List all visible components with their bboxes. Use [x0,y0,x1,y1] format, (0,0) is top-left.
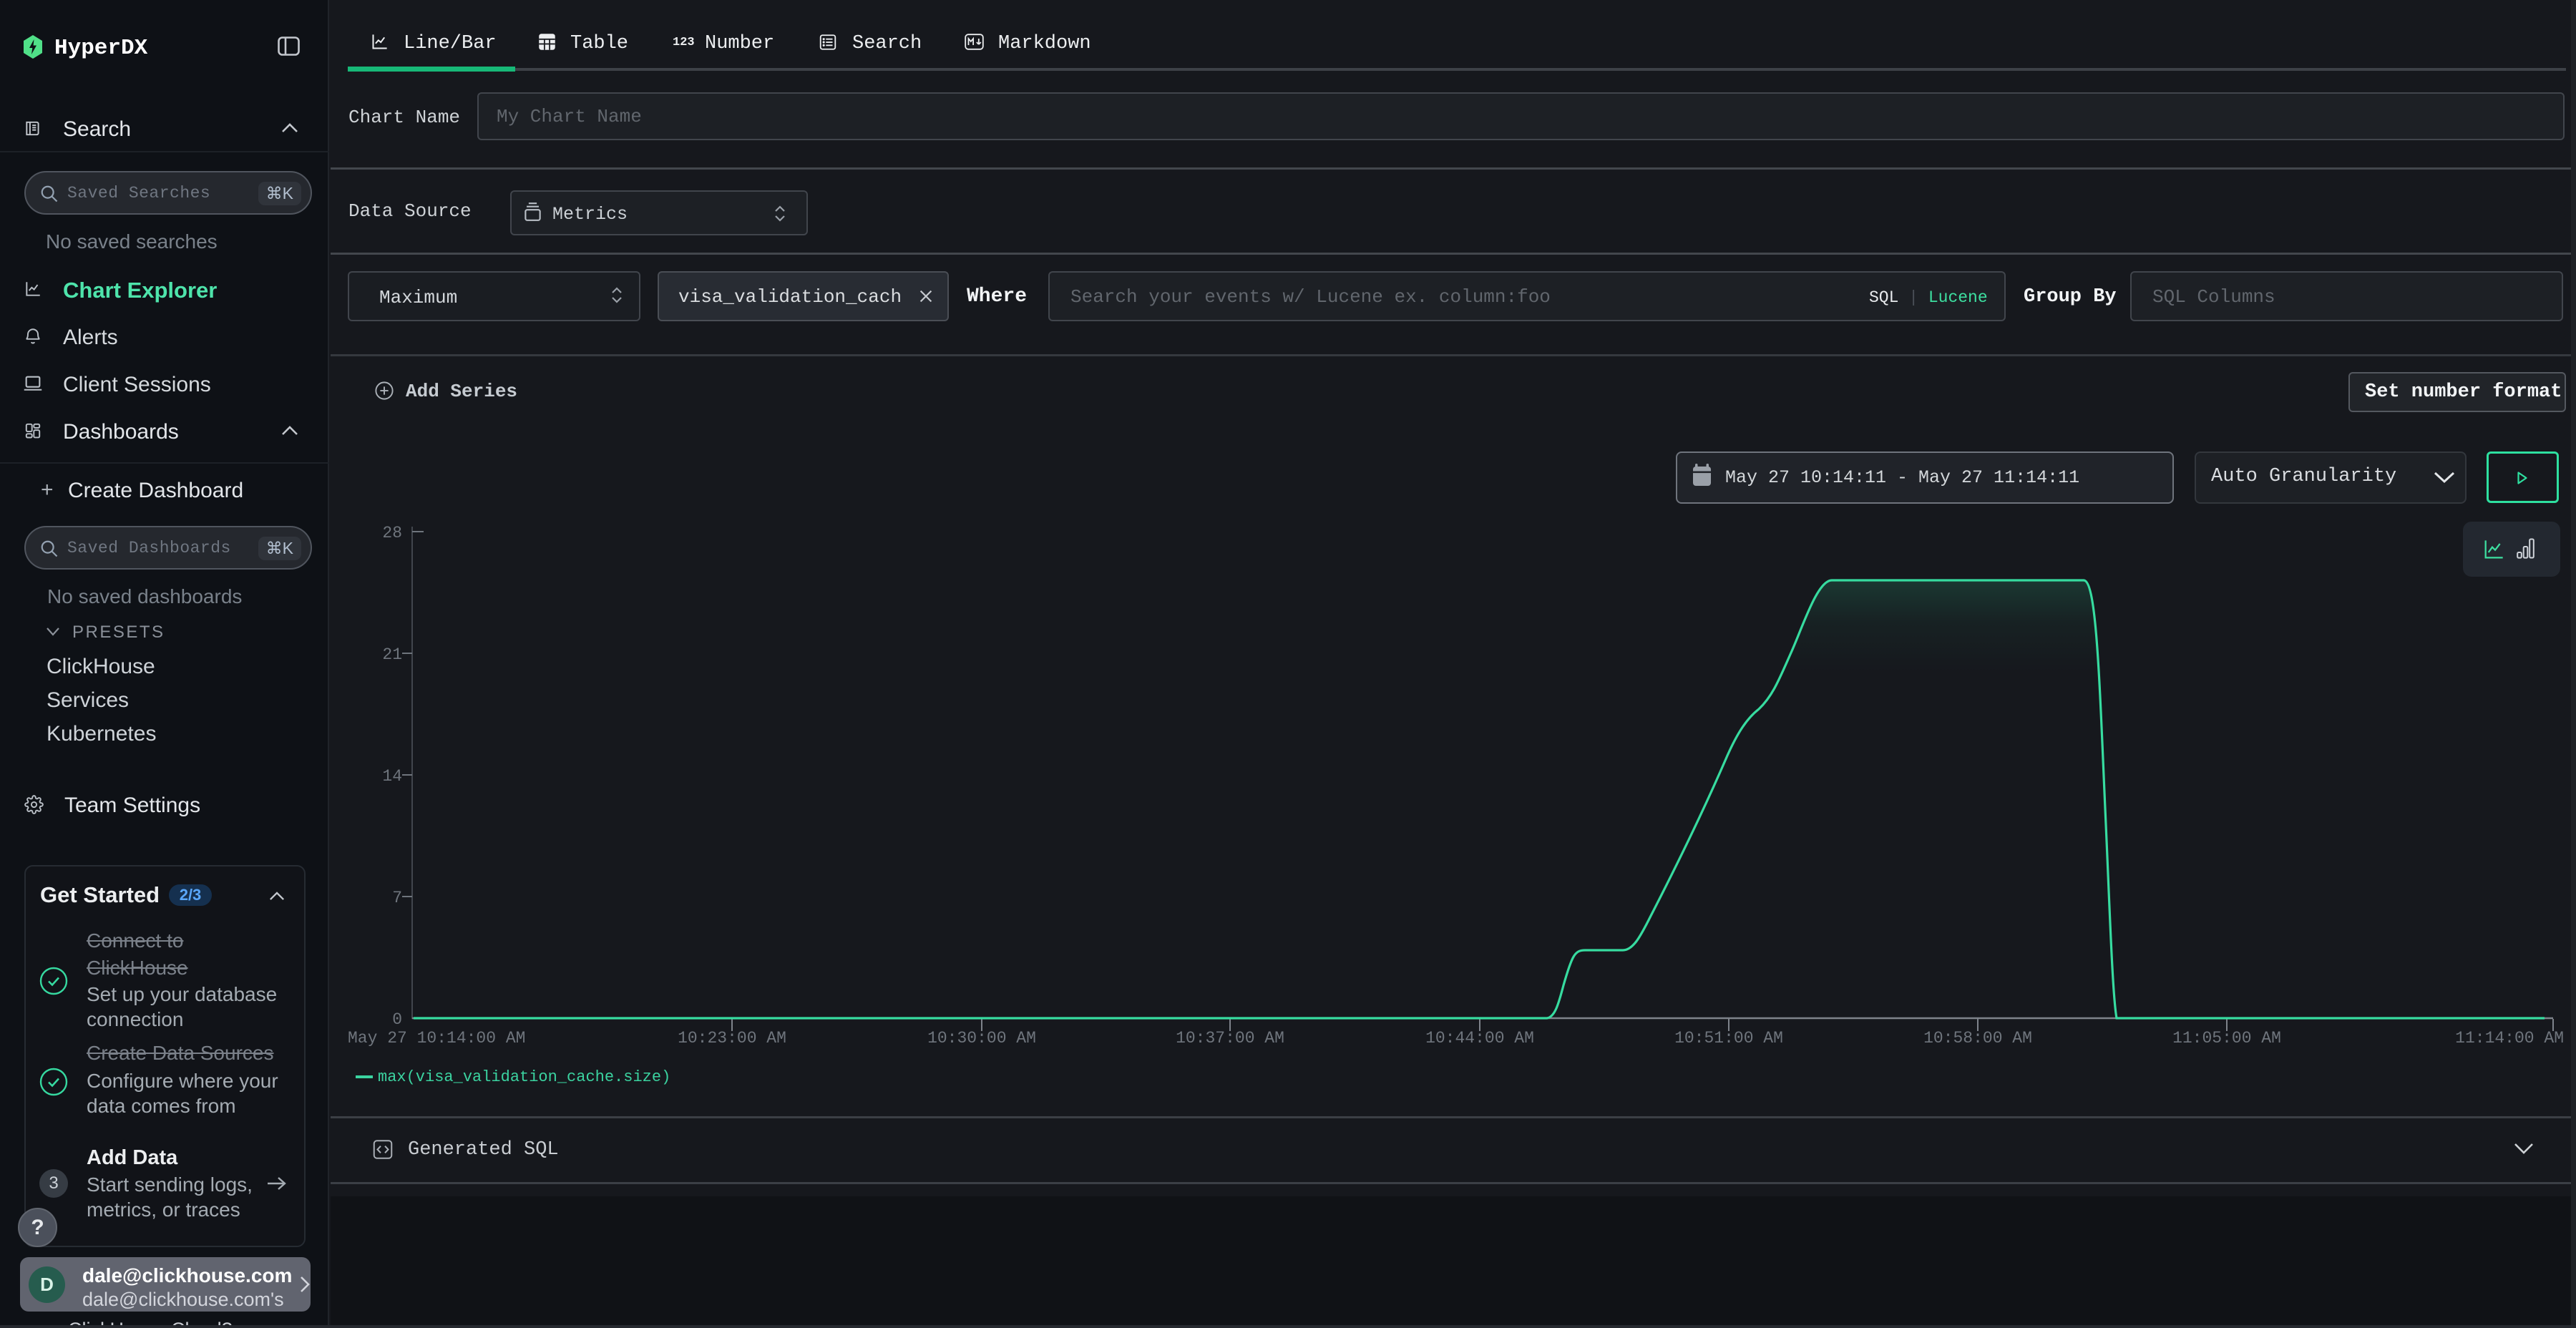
svg-text:10:37:00 AM: 10:37:00 AM [1176,1029,1284,1048]
svg-text:10:51:00 AM: 10:51:00 AM [1674,1029,1783,1048]
svg-text:10:58:00 AM: 10:58:00 AM [1923,1029,2032,1048]
svg-text:10:30:00 AM: 10:30:00 AM [927,1029,1036,1048]
svg-text:0: 0 [392,1010,402,1029]
svg-text:11:14:00 AM: 11:14:00 AM [2455,1029,2564,1048]
svg-text:May 27 10:14:00 AM: May 27 10:14:00 AM [348,1029,525,1048]
svg-text:10:44:00 AM: 10:44:00 AM [1425,1029,1534,1048]
svg-text:7: 7 [392,889,402,907]
svg-text:14: 14 [382,767,402,786]
svg-text:11:05:00 AM: 11:05:00 AM [2172,1029,2281,1048]
svg-text:21: 21 [382,645,402,664]
svg-text:28: 28 [382,524,402,542]
svg-text:10:23:00 AM: 10:23:00 AM [678,1029,786,1048]
